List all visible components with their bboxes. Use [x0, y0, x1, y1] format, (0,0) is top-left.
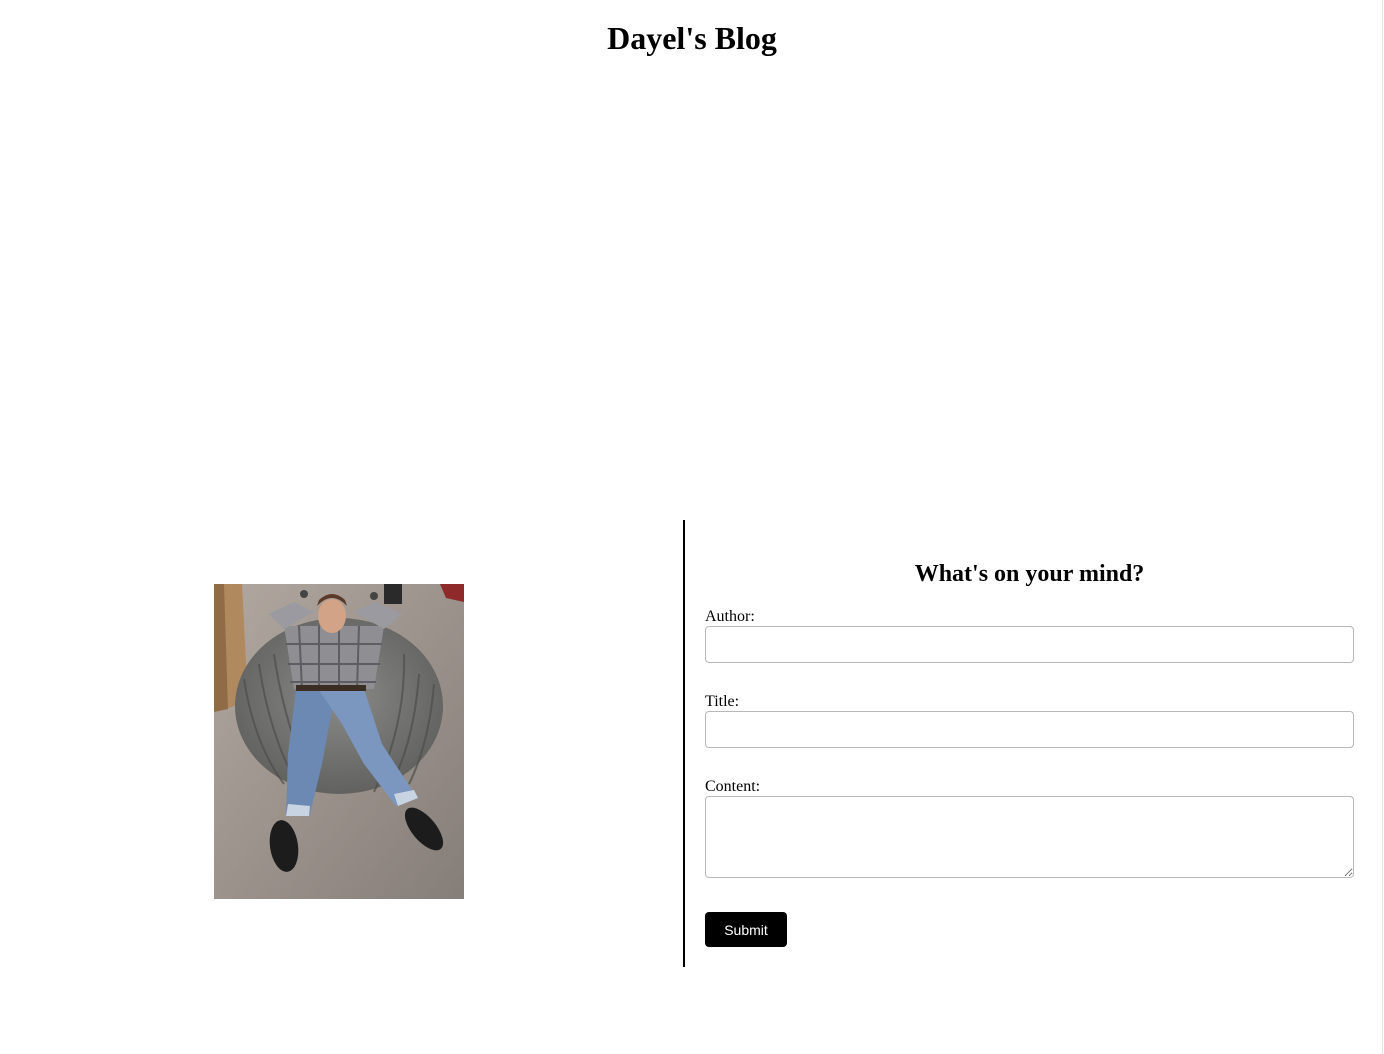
submit-button[interactable]: Submit	[705, 912, 787, 947]
author-input[interactable]	[705, 626, 1354, 663]
photo-pane	[0, 520, 683, 967]
window-edge	[1382, 0, 1383, 1054]
profile-photo	[214, 584, 464, 899]
content-label: Content:	[705, 778, 761, 795]
page: Dayel's Blog What's on your mind? Author…	[0, 0, 1384, 1054]
form-heading: What's on your mind?	[914, 561, 1145, 587]
title-label: Title:	[705, 693, 740, 710]
author-label: Author:	[705, 608, 755, 625]
content-textarea[interactable]	[705, 796, 1354, 878]
title-input[interactable]	[705, 711, 1354, 748]
vertical-divider	[683, 520, 685, 967]
page-title: Dayel's Blog	[607, 20, 777, 56]
